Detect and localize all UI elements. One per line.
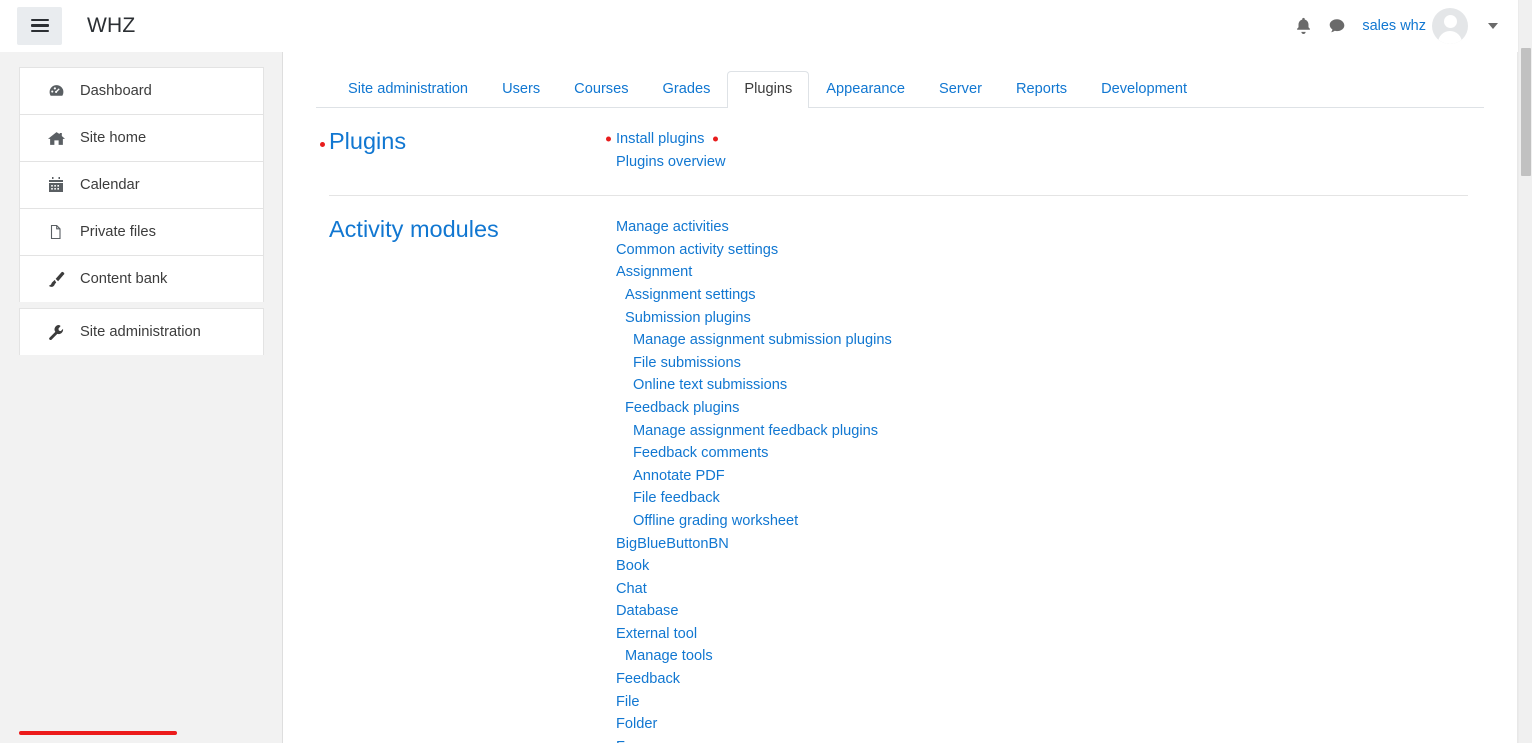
sidebar-item-label: Content bank (80, 270, 168, 287)
annotation-dot (320, 142, 325, 147)
sidebar-item-label: Dashboard (80, 82, 152, 99)
main-content: Site administration Users Courses Grades… (284, 52, 1518, 743)
avatar[interactable] (1432, 7, 1468, 44)
left-sidebar: Dashboard Site home Calendar Private fil… (0, 52, 283, 743)
top-navbar: WHZ sales whz (0, 0, 1518, 52)
link-forum[interactable]: Forum (616, 736, 658, 743)
sidebar-item-dashboard[interactable]: Dashboard (19, 67, 264, 114)
section-title-label: Plugins (329, 128, 407, 154)
user-menu-chevron-down-icon[interactable] (1482, 11, 1504, 41)
avatar-head (1443, 14, 1457, 28)
link-common-activity-settings[interactable]: Common activity settings (616, 239, 778, 262)
menu-toggle-button[interactable] (17, 6, 62, 45)
page-scrollbar-track[interactable] (1518, 0, 1532, 743)
sidebar-item-label: Site administration (80, 323, 201, 340)
tab-grades[interactable]: Grades (646, 71, 728, 108)
wrench-icon (45, 324, 67, 340)
link-manage-activities[interactable]: Manage activities (616, 216, 729, 239)
link-folder[interactable]: Folder (616, 713, 657, 736)
link-external-tool[interactable]: External tool (616, 623, 697, 646)
file-icon (45, 224, 67, 240)
link-bigbluebuttonbn[interactable]: BigBlueButtonBN (616, 533, 729, 556)
link-online-text-submissions[interactable]: Online text submissions (633, 374, 787, 397)
tab-site-administration[interactable]: Site administration (331, 71, 485, 108)
section-links-activity-modules: Manage activities Common activity settin… (616, 212, 1518, 743)
link-label: Install plugins (616, 131, 705, 147)
section-plugins: Plugins Install plugins Plugins overview (284, 108, 1518, 173)
sidebar-item-private-files[interactable]: Private files (19, 208, 264, 255)
sidebar-item-site-home[interactable]: Site home (19, 114, 264, 161)
sidebar-item-label: Site home (80, 129, 147, 146)
link-manage-assignment-feedback-plugins[interactable]: Manage assignment feedback plugins (633, 420, 878, 443)
avatar-body (1438, 30, 1462, 44)
link-assignment-settings[interactable]: Assignment settings (625, 284, 756, 307)
link-file-feedback[interactable]: File feedback (633, 487, 720, 510)
sidebar-item-calendar[interactable]: Calendar (19, 161, 264, 208)
sidebar-item-site-administration[interactable]: Site administration (19, 308, 264, 355)
link-assignment[interactable]: Assignment (616, 261, 692, 284)
app-root: WHZ sales whz Dashboard Site home Calend… (0, 0, 1532, 743)
link-manage-assignment-submission-plugins[interactable]: Manage assignment submission plugins (633, 329, 892, 352)
paint-brush-icon (45, 271, 67, 288)
sidebar-item-content-bank[interactable]: Content bank (19, 255, 264, 302)
link-book[interactable]: Book (616, 555, 649, 578)
link-file-submissions[interactable]: File submissions (633, 352, 741, 375)
tab-server[interactable]: Server (922, 71, 999, 108)
tab-reports[interactable]: Reports (999, 71, 1084, 108)
link-plugins-overview[interactable]: Plugins overview (616, 151, 726, 174)
speedometer-icon (45, 83, 67, 100)
sidebar-item-label: Calendar (80, 176, 140, 193)
link-file[interactable]: File (616, 691, 640, 714)
link-annotate-pdf[interactable]: Annotate PDF (633, 465, 725, 488)
link-feedback[interactable]: Feedback (616, 668, 680, 691)
user-name-link[interactable]: sales whz (1362, 18, 1426, 34)
section-title-activity-modules[interactable]: Activity modules (329, 212, 616, 743)
sidebar-nav-list: Dashboard Site home Calendar Private fil… (19, 67, 264, 735)
tab-development[interactable]: Development (1084, 71, 1204, 108)
link-install-plugins[interactable]: Install plugins (606, 128, 719, 151)
section-title-plugins[interactable]: Plugins (320, 124, 616, 173)
link-feedback-comments[interactable]: Feedback comments (633, 442, 768, 465)
link-feedback-plugins[interactable]: Feedback plugins (625, 397, 739, 420)
navbar-right-group: sales whz (1286, 7, 1518, 44)
link-chat[interactable]: Chat (616, 578, 647, 601)
hamburger-icon (30, 16, 49, 36)
tab-plugins[interactable]: Plugins (727, 71, 810, 108)
chevron-down-glyph (1488, 22, 1498, 29)
section-activity-modules: Activity modules Manage activities Commo… (284, 196, 1518, 743)
link-database[interactable]: Database (616, 600, 678, 623)
link-offline-grading-worksheet[interactable]: Offline grading worksheet (633, 510, 798, 533)
site-brand-title: WHZ (87, 13, 136, 37)
tab-courses[interactable]: Courses (557, 71, 645, 108)
annotation-dot (713, 136, 719, 142)
message-bubble-icon[interactable] (1320, 9, 1354, 43)
calendar-icon (45, 177, 67, 193)
annotation-underline (19, 731, 177, 735)
link-submission-plugins[interactable]: Submission plugins (625, 307, 751, 330)
admin-tab-bar: Site administration Users Courses Grades… (316, 69, 1484, 108)
home-icon (45, 130, 67, 147)
sidebar-item-label: Private files (80, 223, 156, 240)
bell-icon[interactable] (1286, 9, 1320, 43)
section-links-plugins: Install plugins Plugins overview (606, 124, 1518, 174)
admin-settings-body: Plugins Install plugins Plugins overview… (284, 108, 1518, 743)
tab-appearance[interactable]: Appearance (809, 71, 922, 108)
tab-users[interactable]: Users (485, 71, 557, 108)
link-manage-tools[interactable]: Manage tools (625, 645, 713, 668)
page-scrollbar-thumb[interactable] (1521, 48, 1531, 176)
annotation-dot (606, 136, 611, 142)
